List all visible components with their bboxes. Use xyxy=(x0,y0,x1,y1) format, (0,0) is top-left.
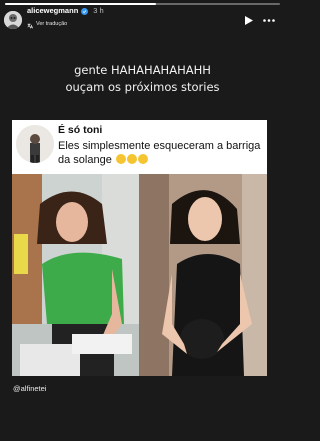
play-icon[interactable] xyxy=(245,15,253,25)
laughing-emoji-icon xyxy=(126,154,137,164)
caption-line-2: ouçam os próximos stories xyxy=(65,80,220,94)
tweet-author-name: É só toni xyxy=(58,124,103,136)
story-caption: gente HAHAHAHAHAHH ouçam os próximos sto… xyxy=(0,62,285,96)
tweet-text-content: Eles simplesmente esqueceram a barriga d… xyxy=(58,140,261,166)
more-icon[interactable] xyxy=(263,18,275,22)
username[interactable]: alicewegmann xyxy=(27,7,78,15)
meme-photo xyxy=(12,174,267,376)
avatar[interactable] xyxy=(4,11,22,29)
translate-label: Ver tradução xyxy=(36,21,68,27)
verified-icon xyxy=(81,7,89,15)
laughing-emoji-icon xyxy=(137,154,148,164)
tweet: É só toni Eles simplesmente esqueceram a… xyxy=(12,120,267,174)
see-translation[interactable]: Ver tradução xyxy=(27,17,104,33)
laughing-emoji-icon xyxy=(115,154,126,164)
shared-post-card[interactable]: É só toni Eles simplesmente esqueceram a… xyxy=(12,120,267,376)
tweet-avatar xyxy=(16,125,54,163)
tweet-text: Eles simplesmente esqueceram a barriga d… xyxy=(58,139,263,167)
post-time: 3 h xyxy=(93,6,104,16)
story-header: alicewegmann 3 h Ver tradução xyxy=(4,6,281,33)
caption-line-1: gente HAHAHAHAHAHH xyxy=(74,63,211,77)
story-progress-fill xyxy=(5,3,157,5)
story-progress-bar xyxy=(5,3,280,5)
mention-sticker[interactable]: @alfinetei xyxy=(13,384,46,393)
translate-icon xyxy=(27,17,33,33)
